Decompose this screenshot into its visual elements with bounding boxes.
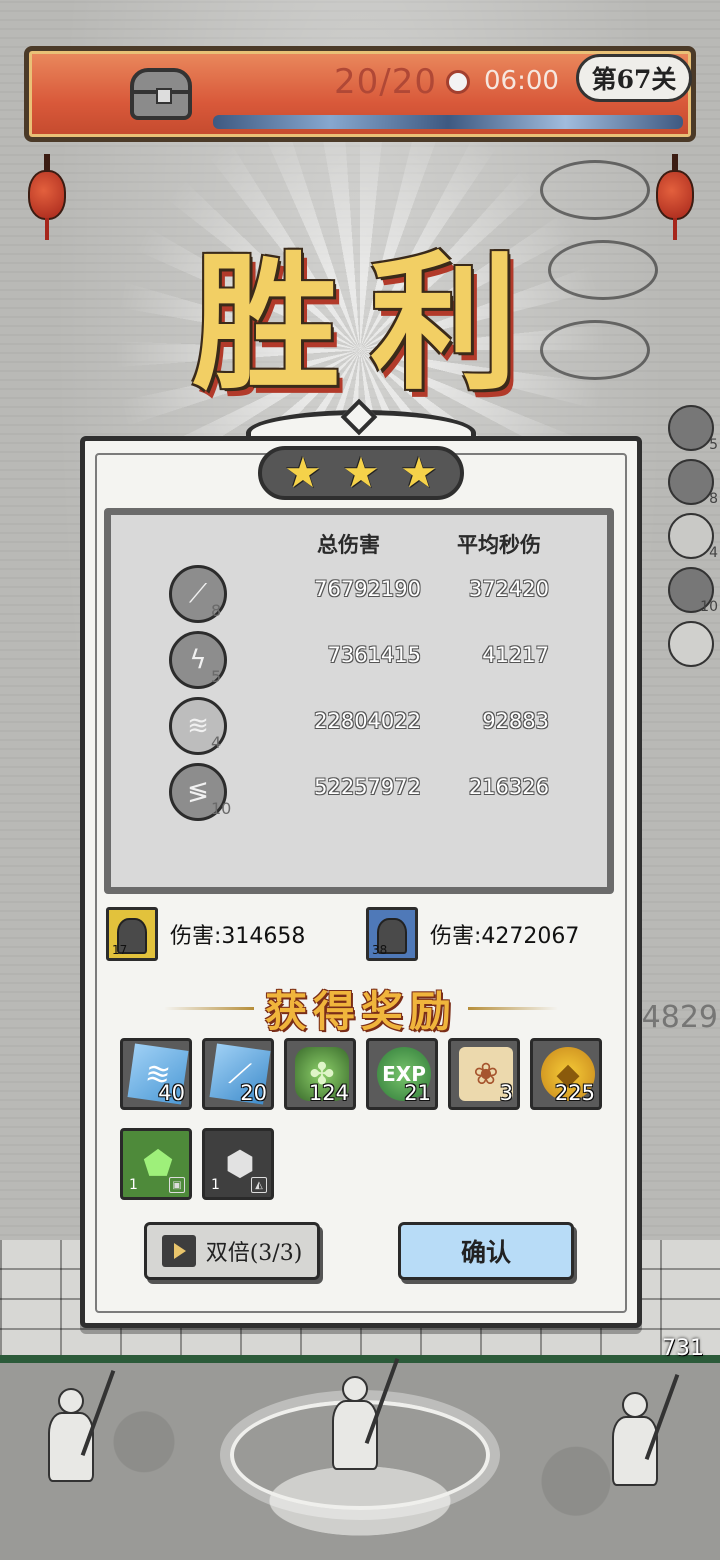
bg-damage-number: 4829: [641, 1000, 718, 1035]
table-row: ϟ 5 7361415 41217: [111, 629, 607, 691]
table-row: ⟋ 8 76792190 372420: [111, 563, 607, 625]
col-header-total-damage: 总伤害: [317, 532, 380, 557]
reward-qty: 225: [554, 1081, 595, 1105]
skill-level: 10: [211, 799, 232, 818]
total-damage-cell: 76792190: [314, 577, 421, 601]
hero-level: 17: [112, 943, 128, 957]
reward-qty: 1: [129, 1177, 138, 1193]
reward-qty: 124: [308, 1081, 349, 1105]
side-buff-level: 10: [700, 599, 718, 615]
item-type-tag-icon: ▣: [169, 1177, 185, 1193]
rewards-title: 获得奖励: [264, 986, 457, 1036]
table-row: ≋ 4 22804022 92883: [111, 695, 607, 757]
bg-grass-strip: [0, 1355, 720, 1363]
total-damage-cell: 22804022: [314, 709, 421, 733]
col-header-avg-dps: 平均秒伤: [457, 532, 541, 557]
star-icon: ★: [284, 448, 322, 497]
table-row: ≶ 10 52257972 216326: [111, 761, 607, 823]
double-reward-label: 双倍(3/3): [205, 1241, 303, 1266]
side-buff-list: 5 8 4 10: [668, 405, 718, 675]
clock-icon: [446, 70, 470, 94]
reward-item[interactable]: ❀ 3: [448, 1038, 520, 1110]
hero-damage-text: 伤害:4272067: [430, 924, 580, 949]
victory-title: 胜利: [192, 235, 548, 410]
hero-damage-1: 17 伤害:314658: [106, 906, 305, 962]
star-rating: ★ ★ ★: [258, 446, 464, 500]
side-buff-lightning: 8: [668, 459, 718, 507]
reward-item[interactable]: ⬟ 1 ▣: [120, 1128, 192, 1200]
side-buff-level: 8: [709, 491, 718, 507]
reward-item[interactable]: ⟋ 20: [202, 1038, 274, 1110]
side-buff-level: 4: [709, 545, 718, 561]
hero-avatar: 17: [106, 907, 158, 961]
reward-item[interactable]: ◆ 225: [530, 1038, 602, 1110]
hero-level: 38: [372, 943, 388, 957]
item-type-tag-icon: ◭: [251, 1177, 267, 1193]
side-buff-chain: 10: [668, 567, 718, 615]
reward-qty: 1: [211, 1177, 220, 1193]
wave-progress-text: 20/20: [334, 62, 437, 102]
bg-sketch-spiral: [548, 240, 658, 300]
disciple-figure: [36, 1370, 116, 1498]
total-damage-cell: 52257972: [314, 775, 421, 799]
side-buff-empty: [668, 621, 714, 667]
red-lantern-icon: [656, 154, 694, 240]
star-icon: ★: [400, 448, 438, 497]
level-badge: 第67关: [576, 54, 692, 102]
bg-sketch-spiral: [540, 320, 650, 380]
avg-dps-cell: 216326: [468, 775, 549, 799]
side-buff-slash: 5: [668, 405, 718, 453]
side-buff-level: 5: [709, 437, 718, 453]
avg-dps-cell: 372420: [468, 577, 549, 601]
side-buff-tornado: 4: [668, 513, 718, 561]
avg-dps-cell: 92883: [482, 709, 549, 733]
star-icon: ★: [342, 448, 380, 497]
double-reward-button[interactable]: 双倍(3/3): [144, 1222, 320, 1280]
damage-stats-table: 总伤害 平均秒伤 ⟋ 8 76792190 372420 ϟ 5 7361415…: [104, 508, 614, 894]
reward-item[interactable]: ⬢ 1 ◭: [202, 1128, 274, 1200]
bg-sketch-spiral: [540, 160, 650, 220]
hero-damage-text: 伤害:314658: [170, 924, 306, 949]
video-ad-icon: [161, 1235, 196, 1267]
skill-level: 5: [211, 667, 222, 686]
skill-level: 4: [211, 733, 222, 752]
hero-avatar: 38: [366, 907, 418, 961]
reward-item[interactable]: ≋ 40: [120, 1038, 192, 1110]
reward-item[interactable]: ✤ 124: [284, 1038, 356, 1110]
reward-qty: 3: [499, 1081, 513, 1105]
treasure-chest-icon[interactable]: [130, 68, 192, 120]
ground-damage-number: 731: [662, 1336, 704, 1361]
reward-item[interactable]: EXP 21: [366, 1038, 438, 1110]
red-lantern-icon: [28, 154, 66, 240]
reward-qty: 21: [404, 1081, 431, 1105]
reward-qty: 20: [240, 1081, 267, 1105]
player-mage-figure: [320, 1358, 400, 1486]
timer-text: 06:00: [484, 66, 559, 96]
avg-dps-cell: 41217: [482, 643, 549, 667]
confirm-button[interactable]: 确认: [398, 1222, 574, 1280]
reward-qty: 40: [158, 1081, 185, 1105]
total-damage-cell: 7361415: [327, 643, 421, 667]
disciple-figure: [600, 1374, 680, 1502]
skill-level: 8: [211, 601, 222, 620]
hero-damage-2: 38 伤害:4272067: [366, 906, 579, 962]
